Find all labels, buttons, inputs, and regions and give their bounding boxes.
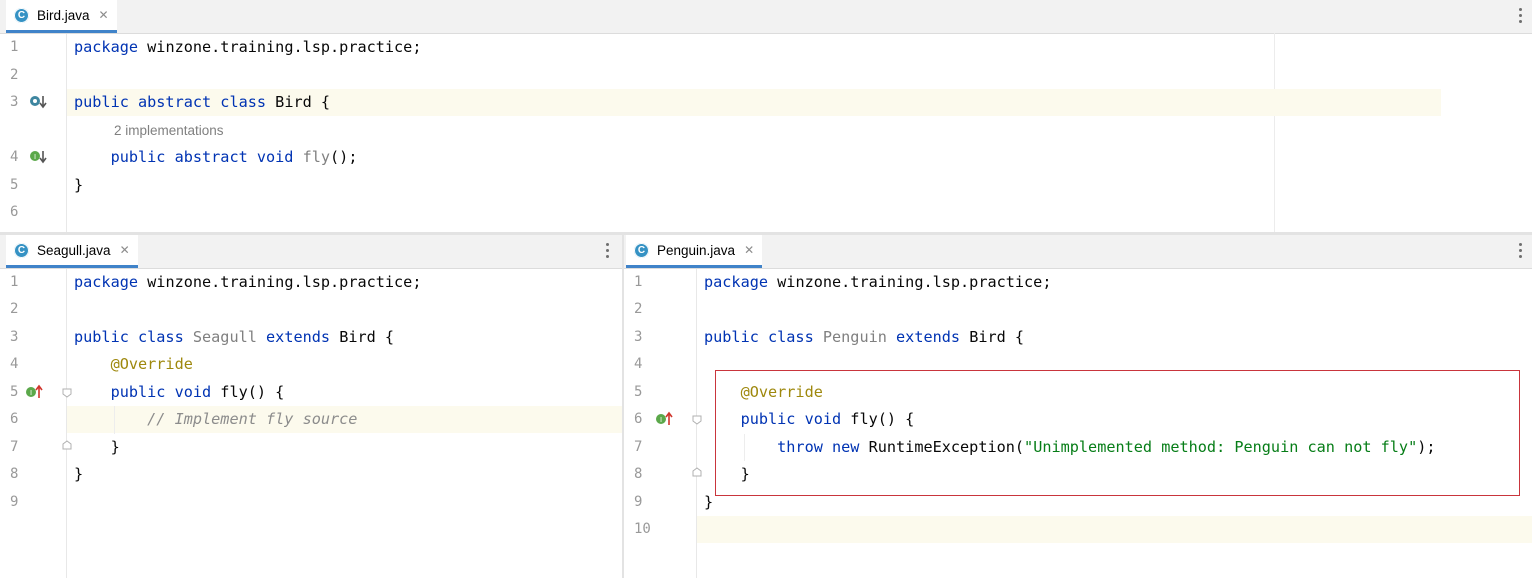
editor-pane-seagull: C Seagull.java ✕ 1 2 3 4 5 I 6 7 8 9 pac… xyxy=(0,235,622,578)
code-line: } xyxy=(74,465,84,483)
code-line: public class Penguin extends Bird { xyxy=(704,328,1025,346)
line-number: 3 xyxy=(634,329,643,345)
tab-penguin-java[interactable]: C Penguin.java ✕ xyxy=(626,235,763,268)
class-c-icon: C xyxy=(14,7,29,23)
code-line: public void fly() { xyxy=(704,410,915,428)
code-line: package winzone.training.lsp.practice; xyxy=(74,38,422,56)
line-number: 2 xyxy=(10,67,19,83)
line-number: 9 xyxy=(10,494,19,510)
tab-bird-java[interactable]: C Bird.java ✕ xyxy=(6,0,117,33)
editor-pane-bird: C Bird.java ✕ 1 2 3 4 I 5 6 package winz… xyxy=(0,0,1532,232)
code-line: throw new RuntimeException("Unimplemente… xyxy=(704,438,1436,456)
code-line: @Override xyxy=(74,355,193,373)
line-number: 10 xyxy=(634,521,651,537)
tab-bar: C Bird.java ✕ xyxy=(0,0,1532,34)
code-line: } xyxy=(74,176,84,194)
code-line: } xyxy=(704,465,750,483)
line-number: 4 xyxy=(10,356,19,372)
tab-label: Seagull.java xyxy=(37,242,111,258)
code-line: public void fly() { xyxy=(74,383,285,401)
line-number: 4 xyxy=(10,149,19,165)
class-c-icon: C xyxy=(634,242,649,258)
code-area[interactable]: package winzone.training.lsp.practice; p… xyxy=(697,269,1532,578)
line-number: 3 xyxy=(10,94,19,110)
line-number-gutter: 1 2 3 4 I 5 6 xyxy=(0,34,67,232)
close-icon[interactable]: ✕ xyxy=(744,243,754,257)
line-number-gutter: 1 2 3 4 5 I 6 7 8 9 xyxy=(0,269,72,578)
tab-label: Bird.java xyxy=(37,7,90,23)
line-number: 6 xyxy=(634,411,643,427)
line-number: 6 xyxy=(10,204,19,220)
more-options-icon[interactable] xyxy=(605,243,609,259)
tab-bar: C Penguin.java ✕ xyxy=(624,235,1532,269)
code-line: } xyxy=(74,438,120,456)
svg-text:I: I xyxy=(34,153,36,161)
line-number-gutter: 1 2 3 4 5 6 I 7 8 9 10 xyxy=(624,269,702,578)
editor-pane-penguin: C Penguin.java ✕ 1 2 3 4 5 6 I 7 8 9 10 … xyxy=(624,235,1532,578)
more-options-icon[interactable] xyxy=(1518,8,1522,24)
svg-text:I: I xyxy=(660,416,662,424)
code-line: // Implement fly source xyxy=(74,410,358,428)
line-number: 8 xyxy=(634,466,643,482)
more-options-icon[interactable] xyxy=(1518,243,1522,259)
tab-seagull-java[interactable]: C Seagull.java ✕ xyxy=(6,235,138,268)
line-number: 3 xyxy=(10,329,19,345)
code-line: package winzone.training.lsp.practice; xyxy=(74,273,422,291)
tab-bar: C Seagull.java ✕ xyxy=(0,235,622,269)
code-line: @Override xyxy=(704,383,823,401)
line-number: 1 xyxy=(634,274,643,290)
code-area[interactable]: package winzone.training.lsp.practice; p… xyxy=(67,269,622,578)
implements-method-icon[interactable]: I xyxy=(24,382,44,402)
line-number: 2 xyxy=(634,301,643,317)
overridden-implemented-icon[interactable] xyxy=(28,92,48,112)
line-number: 9 xyxy=(634,494,643,510)
close-icon[interactable]: ✕ xyxy=(99,8,109,22)
line-number: 5 xyxy=(634,384,643,400)
tab-label: Penguin.java xyxy=(657,242,736,258)
line-number: 4 xyxy=(634,356,643,372)
code-line: public abstract class Bird { xyxy=(74,93,331,111)
line-number: 1 xyxy=(10,39,19,55)
code-area[interactable]: package winzone.training.lsp.practice; p… xyxy=(67,34,1532,232)
svg-text:I: I xyxy=(30,389,32,397)
line-number: 5 xyxy=(10,177,19,193)
close-icon[interactable]: ✕ xyxy=(120,243,130,257)
code-line: public abstract void fly(); xyxy=(110,148,358,166)
line-number: 6 xyxy=(10,411,19,427)
code-line: public class Seagull extends Bird { xyxy=(74,328,395,346)
line-number: 1 xyxy=(10,274,19,290)
implements-method-icon[interactable]: I xyxy=(654,409,674,429)
line-number: 7 xyxy=(10,439,19,455)
implemented-method-icon[interactable]: I xyxy=(28,147,48,167)
implementations-inlay-hint[interactable]: 2 implementations xyxy=(114,117,224,144)
class-c-icon: C xyxy=(14,242,29,258)
line-number: 2 xyxy=(10,301,19,317)
code-line: } xyxy=(704,493,714,511)
line-number: 8 xyxy=(10,466,19,482)
code-line: package winzone.training.lsp.practice; xyxy=(704,273,1052,291)
line-number: 7 xyxy=(634,439,643,455)
